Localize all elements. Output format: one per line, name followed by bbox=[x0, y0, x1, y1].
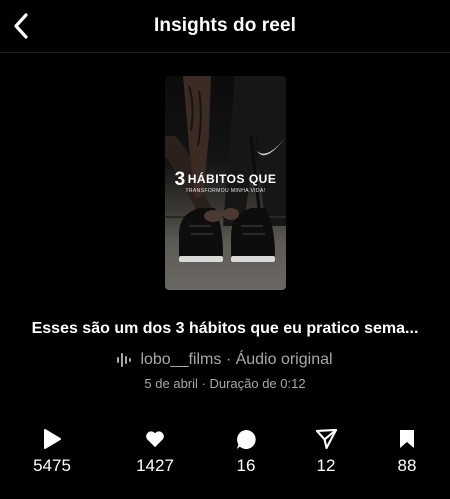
plays-count: 5475 bbox=[33, 456, 71, 475]
stat-shares[interactable]: 12 bbox=[291, 428, 361, 476]
stats-bar: 5475 1427 16 12 88 bbox=[0, 428, 450, 478]
stat-comments[interactable]: 16 bbox=[211, 428, 281, 476]
reel-date-duration: 5 de abril · Duração de 0:12 bbox=[144, 376, 306, 391]
stat-plays[interactable]: 5475 bbox=[17, 428, 87, 476]
heart-icon bbox=[120, 428, 190, 450]
comments-count: 16 bbox=[236, 456, 256, 475]
stat-likes[interactable]: 1427 bbox=[120, 428, 190, 476]
likes-count: 1427 bbox=[136, 456, 174, 475]
reel-caption: Esses são um dos 3 hábitos que eu pratic… bbox=[31, 320, 419, 337]
play-icon bbox=[17, 428, 87, 450]
top-bar: Insights do reel bbox=[0, 0, 450, 53]
reel-overlay-text: 3 HÁBITOS QUE TRANSFORMOU MINHA VIDA! bbox=[165, 169, 286, 194]
shares-count: 12 bbox=[316, 456, 336, 475]
page-title: Insights do reel bbox=[153, 15, 296, 36]
stat-saves[interactable]: 88 bbox=[372, 428, 442, 476]
audio-wave-icon bbox=[117, 353, 133, 367]
paper-plane-icon bbox=[291, 428, 361, 450]
reel-thumbnail[interactable]: 3 HÁBITOS QUE TRANSFORMOU MINHA VIDA! bbox=[165, 76, 286, 290]
overlay-line1: HÁBITOS QUE bbox=[187, 172, 277, 186]
bookmark-icon bbox=[372, 428, 442, 450]
saves-count: 88 bbox=[397, 456, 417, 475]
overlay-number: 3 bbox=[174, 169, 186, 190]
audio-label: lobo__films · Áudio original bbox=[140, 351, 333, 368]
comment-bubble-icon bbox=[211, 428, 281, 450]
audio-row[interactable]: lobo__films · Áudio original bbox=[0, 351, 450, 369]
